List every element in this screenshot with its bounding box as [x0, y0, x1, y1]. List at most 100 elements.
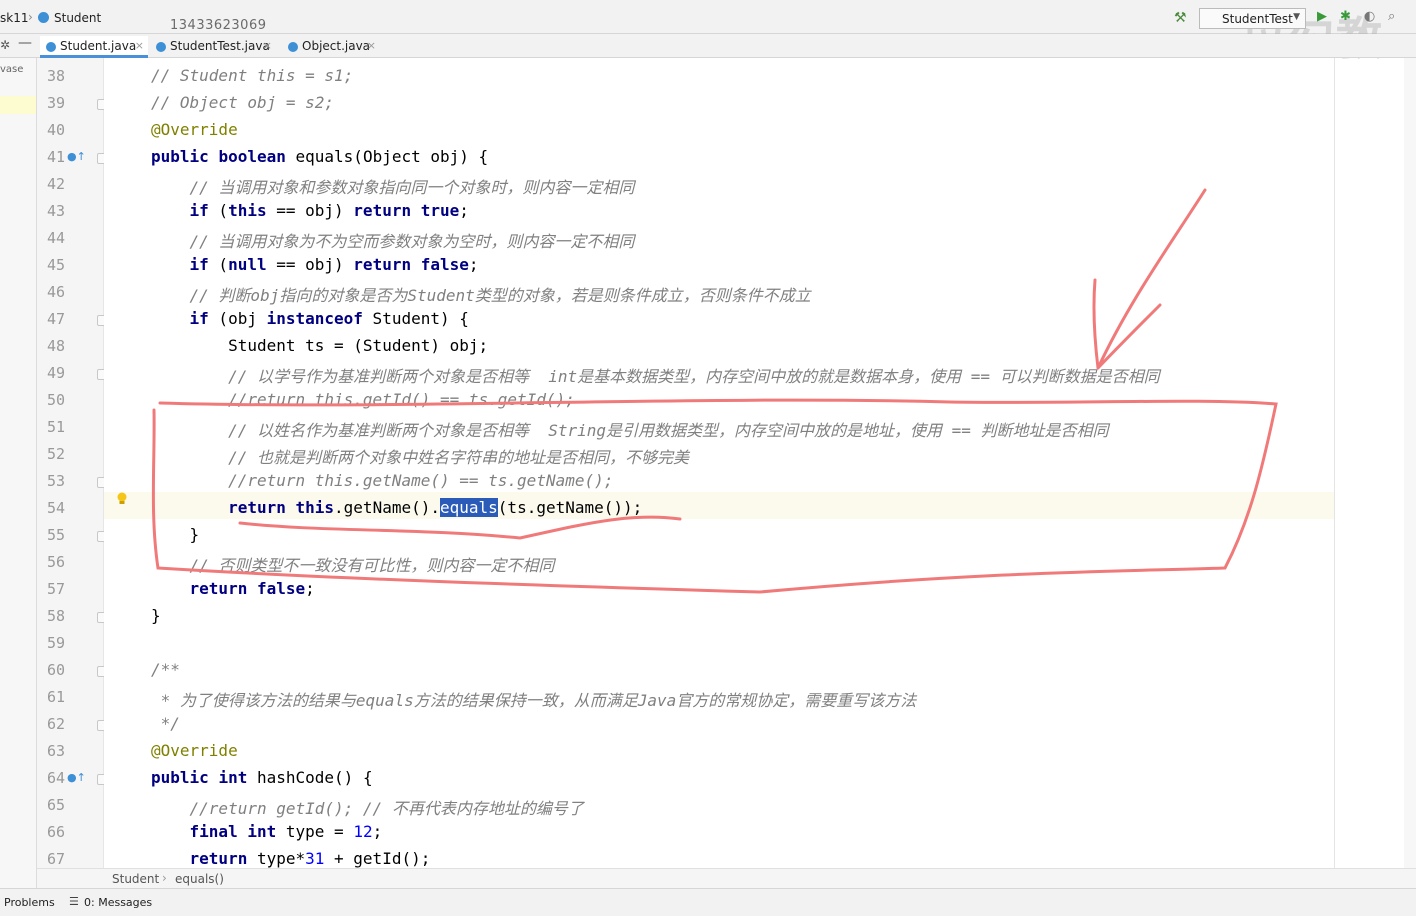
code-line[interactable]: // Student this = s1;	[151, 66, 353, 85]
close-icon[interactable]: ×	[135, 39, 144, 52]
editor-breadcrumb: Student › equals()	[37, 868, 1416, 888]
code-line[interactable]: /**	[151, 660, 180, 679]
line-number: 67	[46, 850, 65, 868]
navigation-bar: sk11 › Student 13433623069 拉勾教 ⚒ Student…	[0, 0, 1416, 65]
line-number: 55	[46, 526, 65, 544]
editor-tab-bar: ✲ — Student.java × StudentTest.java × Ob…	[0, 34, 1416, 58]
code-line[interactable]: // Object obj = s2;	[151, 93, 334, 112]
line-number: 51	[46, 418, 65, 436]
run-icon[interactable]: ▶	[1317, 9, 1327, 24]
override-method-icon[interactable]: ●↑	[67, 771, 86, 784]
code-line[interactable]: @Override	[151, 120, 238, 139]
line-number: 45	[46, 256, 65, 274]
code-line[interactable]: if (null == obj) return false;	[151, 255, 479, 274]
code-line[interactable]: public int hashCode() {	[151, 768, 373, 787]
line-number: 57	[46, 580, 65, 598]
run-configuration-select[interactable]: StudentTest ▼	[1199, 8, 1306, 29]
search-icon[interactable]: ⌕	[1388, 9, 1395, 24]
code-line[interactable]: //return this.getName() == ts.getName();	[151, 471, 613, 490]
line-number: 50	[46, 391, 65, 409]
code-line[interactable]: final int type = 12;	[151, 822, 383, 841]
code-line[interactable]: // 以姓名作为基准判断两个对象是否相等 String是引用数据类型，内存空间中…	[151, 417, 1109, 441]
tab-object-java[interactable]: Object.java ×	[282, 36, 380, 58]
code-line[interactable]: @Override	[151, 741, 238, 760]
breadcrumb-separator: ›	[28, 10, 33, 24]
override-method-icon[interactable]: ●↑	[67, 150, 86, 163]
tab-label: StudentTest.java	[170, 39, 270, 53]
problems-tab[interactable]: Problems	[4, 896, 55, 909]
breadcrumb-project[interactable]: sk11	[0, 11, 28, 25]
code-line[interactable]: * 为了使得该方法的结果与equals方法的结果保持一致，从而满足Java官方的…	[151, 687, 917, 711]
run-configuration-label: StudentTest	[1222, 12, 1293, 26]
line-number: 52	[46, 445, 65, 463]
line-number-gutter[interactable]: 38 39 40 41 ●↑ 42 43 44 45 46 47 48 49 50 51 52 53 54 55 56…	[37, 58, 108, 868]
breadcrumb-class[interactable]: Student	[112, 872, 159, 886]
project-selected-row	[0, 96, 36, 114]
close-icon[interactable]: ×	[263, 39, 272, 52]
code-line[interactable]: // 判断obj指向的对象是否为Student类型的对象，若是则条件成立，否则条…	[151, 282, 811, 306]
tab-label: Student.java	[60, 39, 137, 53]
project-tool-strip[interactable]: vase	[0, 58, 37, 888]
line-number: 60	[46, 661, 65, 679]
code-line[interactable]: // 当调用对象为不为空而参数对象为空时，则内容一定不相同	[151, 228, 635, 252]
line-number: 65	[46, 796, 65, 814]
code-line[interactable]: //return getId(); // 不再代表内存地址的编号了	[151, 795, 584, 819]
project-strip-label: vase	[0, 64, 24, 75]
editor-scrollbar[interactable]	[1404, 58, 1416, 868]
minimize-icon[interactable]: —	[18, 35, 32, 51]
line-number: 54	[46, 499, 65, 517]
line-number: 58	[46, 607, 65, 625]
tab-student-java[interactable]: Student.java ×	[40, 36, 148, 58]
line-number: 62	[46, 715, 65, 733]
code-line[interactable]: }	[151, 606, 161, 625]
tab-studenttest-java[interactable]: StudentTest.java ×	[150, 36, 276, 58]
lightbulb-icon[interactable]	[116, 492, 128, 506]
code-line[interactable]: */	[151, 714, 180, 733]
messages-icon: ☰	[69, 895, 79, 908]
line-number: 63	[46, 742, 65, 760]
watermark-phone-number: 13433623069	[170, 18, 267, 33]
tab-label: Object.java	[302, 39, 371, 53]
code-line[interactable]: Student ts = (Student) obj;	[151, 336, 488, 355]
class-icon	[288, 42, 298, 52]
code-line[interactable]: // 否则类型不一致没有可比性，则内容一定不相同	[151, 552, 555, 576]
chevron-down-icon: ▼	[1293, 12, 1300, 22]
right-margin-guide	[1334, 58, 1335, 868]
breadcrumb-class[interactable]: Student	[54, 11, 101, 25]
class-icon	[156, 42, 166, 52]
code-line[interactable]: public boolean equals(Object obj) {	[151, 147, 488, 166]
code-line[interactable]: }	[151, 525, 200, 544]
close-icon[interactable]: ×	[367, 39, 376, 52]
code-line[interactable]: // 以学号作为基准判断两个对象是否相等 int是基本数据类型，内存空间中放的就…	[151, 363, 1160, 387]
code-line[interactable]: if (this == obj) return true;	[151, 201, 469, 220]
line-number: 49	[46, 364, 65, 382]
code-line[interactable]: return this.getName().equals(ts.getName(…	[151, 498, 642, 517]
build-hammer-icon[interactable]: ⚒	[1174, 10, 1187, 26]
class-icon	[38, 12, 49, 23]
breadcrumb-method[interactable]: equals()	[175, 872, 224, 886]
debug-icon[interactable]: ✱	[1340, 9, 1351, 24]
line-number: 39	[46, 94, 65, 112]
line-number: 59	[46, 634, 65, 652]
code-line[interactable]: // 也就是判断两个对象中姓名字符串的地址是否相同，不够完美	[151, 444, 689, 468]
line-number: 41	[46, 148, 65, 166]
line-number: 44	[46, 229, 65, 247]
code-line[interactable]: return type*31 + getId();	[151, 849, 431, 868]
code-line[interactable]: return false;	[151, 579, 315, 598]
class-icon	[46, 42, 56, 52]
line-number: 48	[46, 337, 65, 355]
gear-icon[interactable]: ✲	[0, 38, 10, 52]
code-line[interactable]: if (obj instanceof Student) {	[151, 309, 469, 328]
code-editor[interactable]: // Student this = s1; // Object obj = s2;…	[104, 58, 1334, 868]
messages-tab[interactable]: 0: Messages	[84, 896, 152, 909]
line-number: 38	[46, 67, 65, 85]
line-number: 43	[46, 202, 65, 220]
line-number: 53	[46, 472, 65, 490]
line-number: 64	[46, 769, 65, 787]
line-number: 42	[46, 175, 65, 193]
line-number: 46	[46, 283, 65, 301]
coverage-icon[interactable]: ◐	[1364, 9, 1375, 24]
code-line[interactable]: // 当调用对象和参数对象指向同一个对象时，则内容一定相同	[151, 174, 635, 198]
line-number: 47	[46, 310, 65, 328]
code-line[interactable]: //return this.getId() == ts.getId();	[151, 390, 575, 409]
